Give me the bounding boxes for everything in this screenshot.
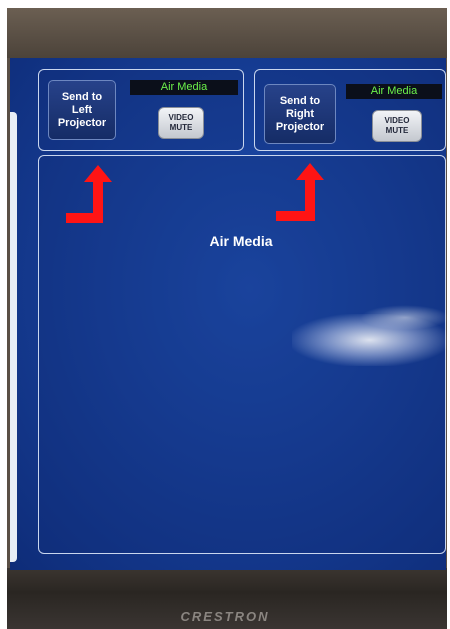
arrow-up-icon	[276, 163, 324, 221]
right-video-mute-button[interactable]: VIDEO MUTE	[372, 110, 422, 142]
right-source-label: Air Media	[346, 84, 442, 99]
brand-logo: CRESTRON	[180, 609, 270, 624]
side-panel-edge[interactable]	[10, 112, 17, 562]
send-right-button[interactable]: Send to Right Projector	[264, 84, 336, 144]
main-source-title: Air Media	[209, 233, 273, 249]
arrow-up-icon	[66, 165, 112, 223]
screen-glare-highlight	[360, 305, 450, 330]
left-source-label: Air Media	[130, 80, 238, 95]
left-video-mute-button[interactable]: VIDEO MUTE	[158, 107, 204, 139]
device-bezel-top	[7, 8, 447, 58]
send-left-button[interactable]: Send to Left Projector	[48, 80, 116, 140]
